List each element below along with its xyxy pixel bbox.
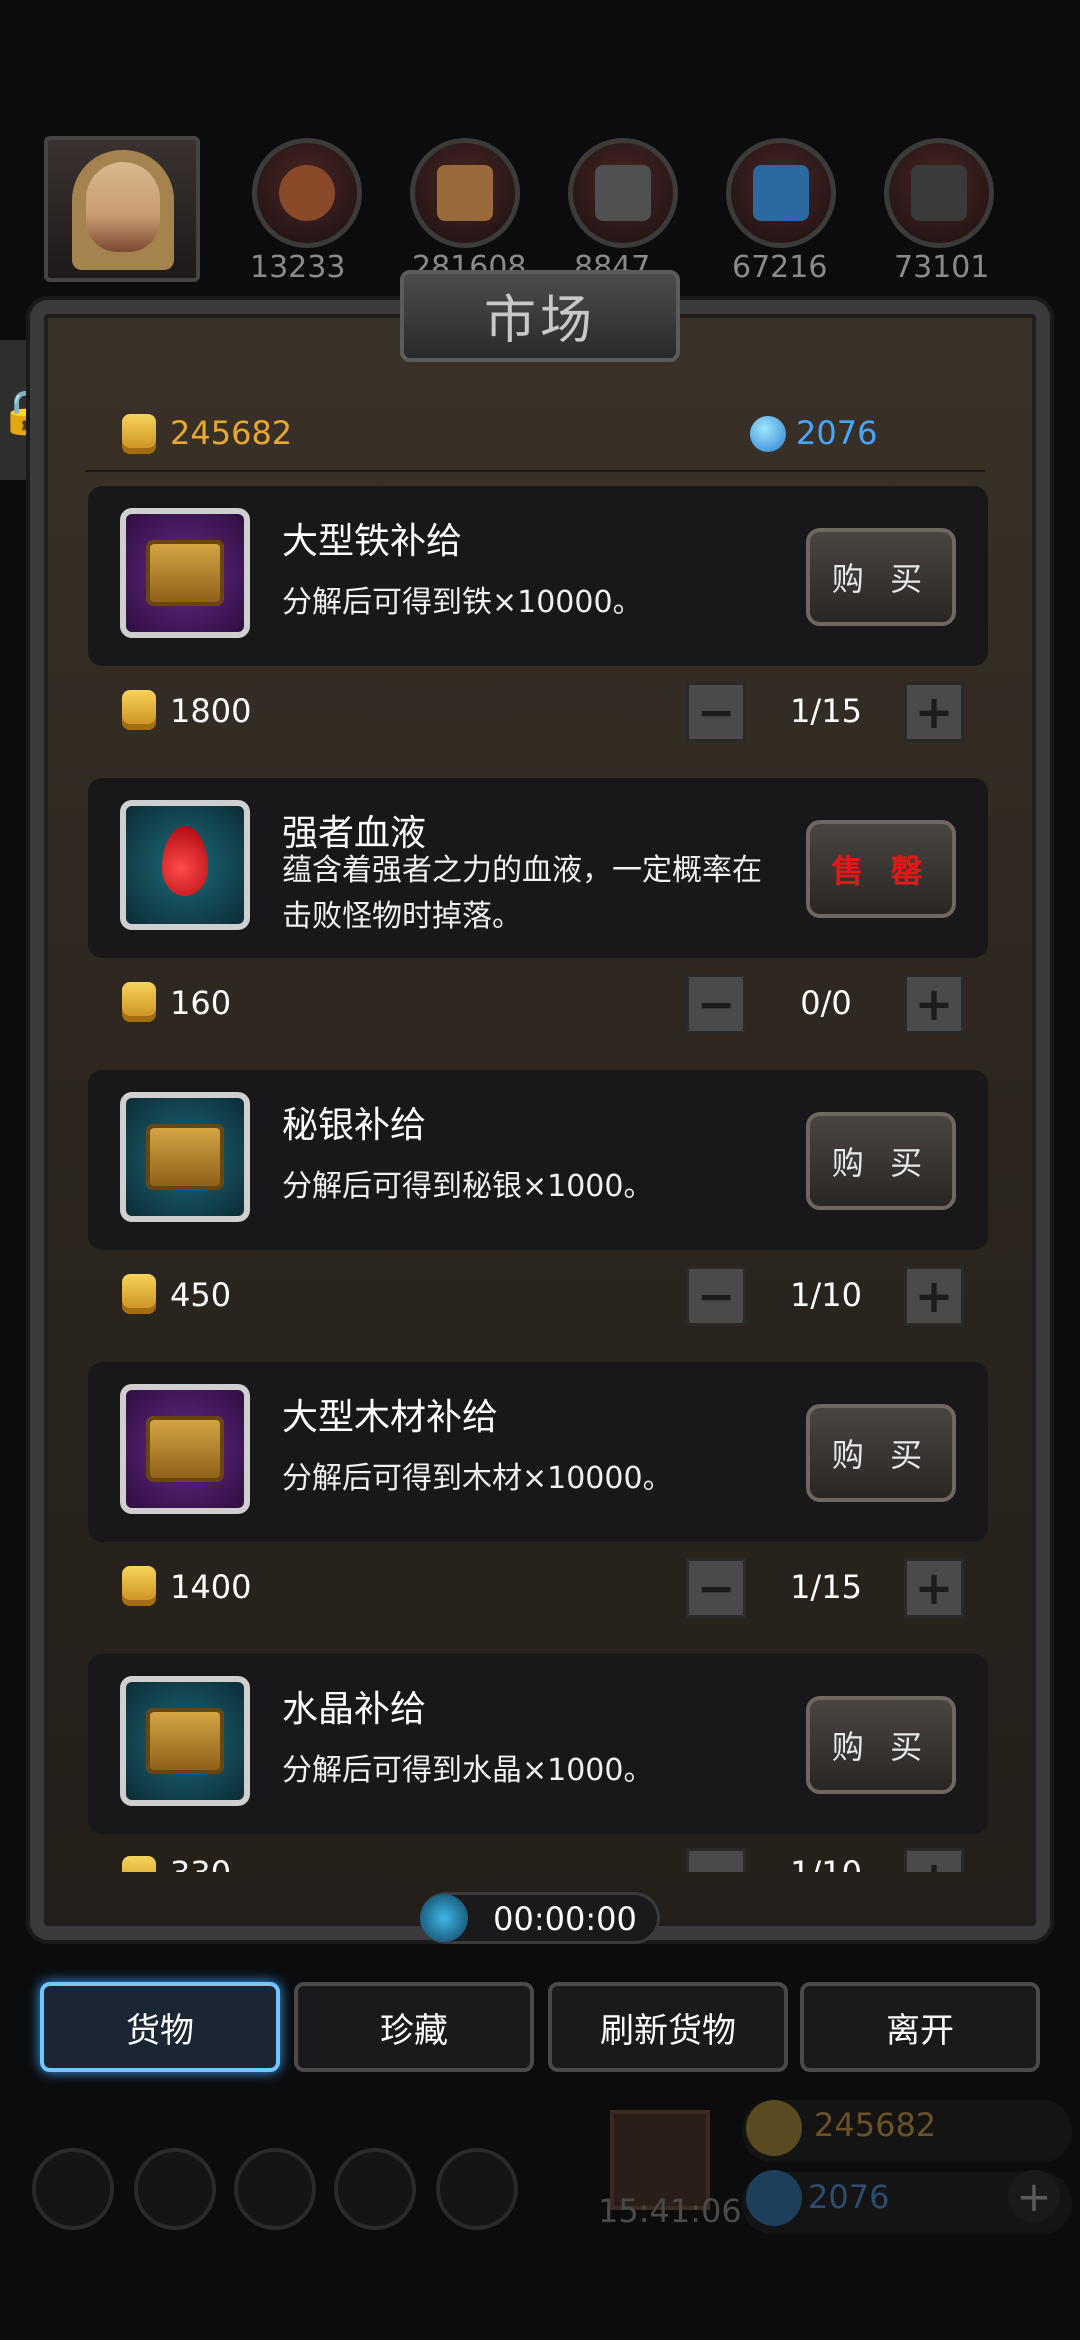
buy-button[interactable]: 购 买 [806, 1404, 956, 1502]
item-price: 450 [170, 1276, 232, 1314]
gold-coin-icon [122, 982, 156, 1022]
increase-button[interactable]: + [904, 682, 964, 742]
item-quantity: 1/15 [790, 1568, 862, 1606]
item-price: 1800 [170, 692, 252, 730]
player-avatar[interactable] [44, 136, 200, 282]
item-description: 蕴含着强者之力的血液，一定概率在击败怪物时掉落。 [282, 853, 762, 934]
partial-price-row: 330 − 1/10 + [88, 1846, 988, 1872]
buy-button[interactable]: 购 买 [806, 1112, 956, 1210]
item-slot[interactable] [120, 1092, 250, 1222]
decrease-button[interactable]: − [686, 974, 746, 1034]
bottom-gem-amount: 2076 [808, 2178, 890, 2216]
clock-icon [420, 1894, 468, 1942]
tab-leave[interactable]: 离开 [800, 1982, 1040, 2072]
resource-wood-icon [410, 138, 520, 248]
tab-goods[interactable]: 货物 [40, 1982, 280, 2072]
decrease-button[interactable]: − [686, 682, 746, 742]
item-slot[interactable] [120, 1384, 250, 1514]
resource-value: 13233 [250, 250, 346, 285]
chest-icon [146, 540, 224, 606]
blood-drop-icon [162, 826, 208, 896]
gate-icon[interactable] [234, 2148, 316, 2230]
gold-coin-icon [122, 414, 156, 454]
item-price: 330 [170, 1854, 231, 1872]
decrease-button[interactable]: − [686, 1848, 746, 1872]
item-name: 秘银补给 [282, 1105, 427, 1146]
item-quantity: 0/0 [800, 984, 852, 1022]
item-price: 160 [170, 984, 232, 1022]
tab-collection[interactable]: 珍藏 [294, 1982, 534, 2072]
item-description: 分解后可得到铁×10000。 [282, 585, 643, 620]
bottom-gold-amount: 245682 [814, 2106, 937, 2144]
gold-amount: 245682 [170, 414, 293, 452]
item-slot[interactable] [120, 508, 250, 638]
resource-value: 73101 [894, 250, 990, 285]
resource-mithril-icon [884, 138, 994, 248]
gem-icon [750, 416, 786, 452]
item-quantity: 1/15 [790, 692, 862, 730]
chest-icon [146, 1124, 224, 1190]
item-quantity: 1/10 [766, 1854, 886, 1872]
item-name: 大型木材补给 [282, 1397, 499, 1438]
buy-button[interactable]: 购 买 [806, 1696, 956, 1794]
chest-icon [146, 1708, 224, 1774]
bottom-gem-icon [746, 2170, 802, 2226]
settings-icon[interactable] [32, 2148, 114, 2230]
timer-text: 00:00:00 [493, 1900, 637, 1938]
item-description: 分解后可得到水晶×1000。 [282, 1753, 654, 1788]
item-slot[interactable] [120, 1676, 250, 1806]
increase-button[interactable]: + [904, 1266, 964, 1326]
hero-icon[interactable] [134, 2148, 216, 2230]
gold-coin-icon [122, 1566, 156, 1606]
buy-button[interactable]: 购 买 [806, 528, 956, 626]
increase-button[interactable]: + [904, 1558, 964, 1618]
item-description: 分解后可得到秘银×1000。 [282, 1169, 654, 1204]
increase-button[interactable]: + [904, 974, 964, 1034]
item-name: 水晶补给 [282, 1689, 427, 1730]
item-name: 大型铁补给 [282, 521, 463, 562]
resource-iron-icon [568, 138, 678, 248]
page-title: 市场 [483, 291, 596, 351]
gold-coin-icon [122, 1274, 156, 1314]
item-price: 1400 [170, 1568, 252, 1606]
resource-crystal-icon [726, 138, 836, 248]
bottom-time: 15:41:06 [598, 2192, 742, 2230]
decrease-button[interactable]: − [686, 1558, 746, 1618]
divider [85, 470, 985, 472]
gold-coin-icon [122, 690, 156, 730]
item-quantity: 1/10 [790, 1276, 862, 1314]
sold-out-button[interactable]: 售 罄 [806, 820, 956, 918]
gem-amount: 2076 [796, 414, 878, 452]
mail-icon[interactable] [334, 2148, 416, 2230]
decrease-button[interactable]: − [686, 1266, 746, 1326]
bottom-gold-icon [746, 2100, 802, 2156]
increase-button[interactable]: + [904, 1848, 964, 1872]
resource-meat-icon [252, 138, 362, 248]
shop-icon[interactable] [436, 2148, 518, 2230]
add-currency-button[interactable]: + [1008, 2170, 1060, 2222]
item-description: 分解后可得到木材×10000。 [282, 1461, 673, 1496]
chest-icon [146, 1416, 224, 1482]
gold-coin-icon [122, 1856, 156, 1872]
item-slot[interactable] [120, 800, 250, 930]
resource-value: 67216 [732, 250, 828, 285]
tab-refresh-goods[interactable]: 刷新货物 [548, 1982, 788, 2072]
